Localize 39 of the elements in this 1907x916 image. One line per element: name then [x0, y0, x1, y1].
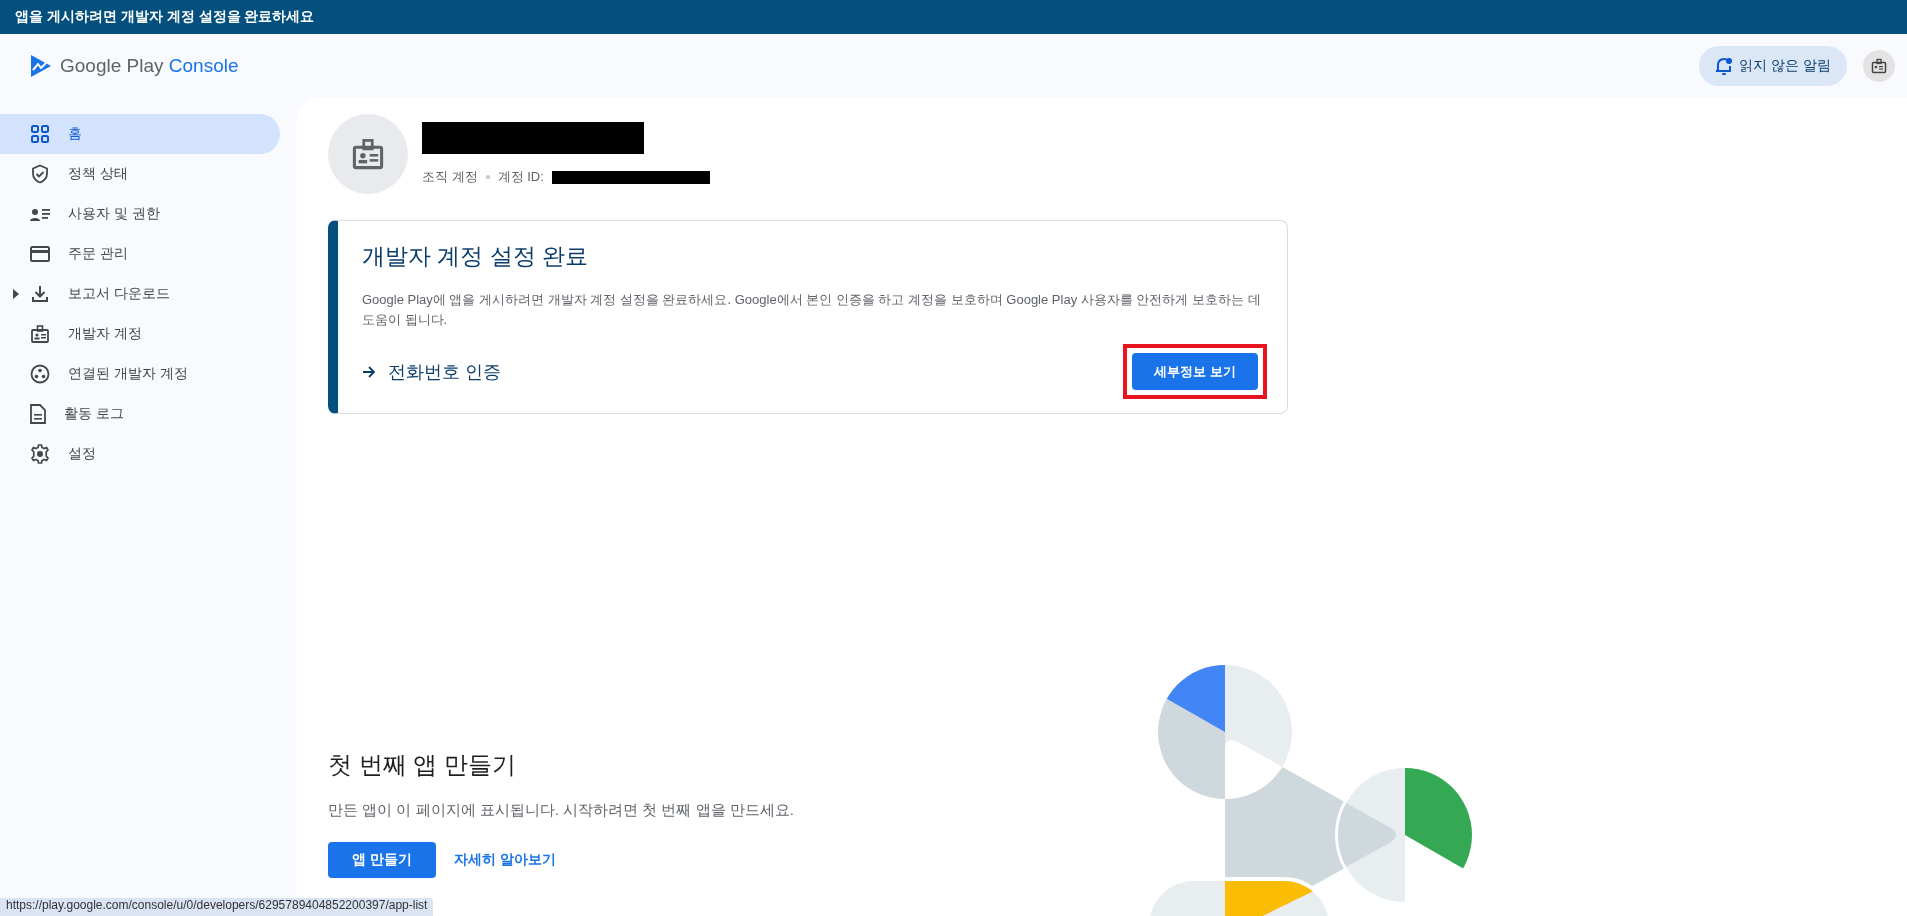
sidebar-item[interactable]: 홈 [0, 114, 280, 154]
sidebar-item[interactable]: 정책 상태 [0, 154, 280, 194]
arrow-right-icon [362, 364, 376, 379]
account-id-label: 계정 ID: [497, 168, 544, 186]
id-badge-icon [351, 137, 385, 171]
sidebar-item[interactable]: 주문 관리 [0, 234, 280, 274]
separator-dot [485, 175, 490, 179]
phone-verification-link[interactable]: 전화번호 인증 [362, 359, 501, 384]
play-console-logo-icon [30, 54, 52, 78]
badge-icon [1871, 58, 1887, 74]
grid-icon [30, 124, 50, 144]
account-type: 조직 계정 [422, 168, 478, 186]
document-icon [30, 404, 46, 424]
sidebar-item[interactable]: 보고서 다운로드 [0, 274, 280, 314]
download-icon [30, 284, 50, 304]
credit-card-icon [30, 246, 50, 262]
person-list-icon [30, 206, 50, 222]
empty-state-description: 만든 앱이 이 페이지에 표시됩니다. 시작하려면 첫 번째 앱을 만드세요. [328, 801, 795, 820]
shield-check-icon [30, 164, 50, 184]
id-badge-icon [30, 324, 50, 344]
sidebar-item[interactable]: 개발자 계정 [0, 314, 280, 354]
linked-circles-icon [30, 364, 50, 384]
sidebar-item[interactable]: 사용자 및 권한 [0, 194, 280, 234]
learn-more-link[interactable]: 자세히 알아보기 [453, 851, 556, 869]
sidebar-item[interactable]: 활동 로그 [0, 394, 280, 434]
settings-icon [30, 444, 50, 464]
sidebar-item[interactable]: 연결된 개발자 계정 [0, 354, 280, 394]
create-app-button[interactable]: 앱 만들기 [328, 842, 436, 878]
notifications-button[interactable]: 읽지 않은 알림 [1699, 46, 1847, 86]
empty-state-title: 첫 번째 앱 만들기 [328, 750, 517, 780]
link-url: https://play.google.com/console/u/0/developers/6295789404852200397/app-list [6, 898, 428, 912]
banner-text: 앱을 게시하려면 개발자 계정 설정을 완료하세요 [15, 8, 315, 26]
card-description: Google Play에 앱을 게시하려면 개발자 계정 설정을 완료하세요. Google에서 본인 인증을 하고 계정을 보호하며 Google Play 사용자를 안전하게 보호하는 데 도움이 됩니다. [362, 291, 1262, 329]
view-details-button[interactable]: 세부정보 보기 [1132, 353, 1258, 390]
card-title: 개발자 계정 설정 완료 [362, 242, 590, 271]
logo-wordmark[interactable]: Google Play Console [60, 55, 239, 77]
account-button[interactable] [1863, 50, 1895, 82]
bell-icon [1715, 56, 1734, 76]
sidebar-item[interactable]: 설정 [0, 434, 280, 474]
